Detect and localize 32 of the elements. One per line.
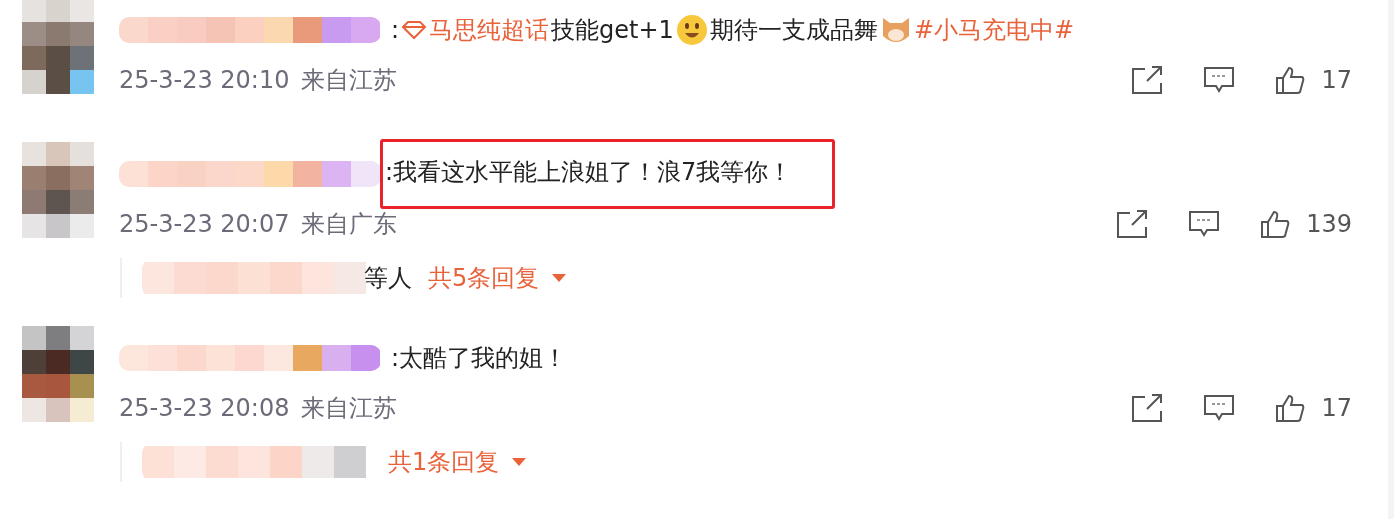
view-replies-link[interactable]: 共5条回复 bbox=[428, 262, 540, 294]
emoji-icon bbox=[675, 14, 708, 46]
like-icon[interactable] bbox=[1275, 393, 1306, 423]
comment-text: :我看这水平能上浪姐了！浪7我等你！ bbox=[385, 157, 793, 188]
caret-icon[interactable] bbox=[511, 457, 528, 467]
topic-link[interactable]: 马思纯超话 bbox=[429, 14, 550, 46]
like-icon[interactable] bbox=[1260, 209, 1291, 239]
share-icon[interactable] bbox=[1116, 209, 1149, 239]
like-count: 139 bbox=[1306, 210, 1352, 238]
share-icon[interactable] bbox=[1131, 65, 1164, 95]
comment-time: 25-3-23 20:08 bbox=[119, 394, 290, 422]
comment-icon[interactable] bbox=[1188, 210, 1221, 238]
comment-time: 25-3-23 20:07 bbox=[119, 210, 290, 238]
like-count: 17 bbox=[1321, 394, 1352, 422]
gem-icon bbox=[401, 20, 428, 40]
comment-icon[interactable] bbox=[1203, 394, 1236, 422]
reply-users-text: 等人 bbox=[364, 263, 412, 294]
comment-icon[interactable] bbox=[1203, 66, 1236, 94]
comment-text: 期待一支成品舞 bbox=[709, 15, 878, 46]
comment-location: 来自江苏 bbox=[301, 393, 398, 424]
like-icon[interactable] bbox=[1275, 65, 1306, 95]
view-replies-link[interactable]: 共1条回复 bbox=[388, 446, 500, 478]
like-count: 17 bbox=[1321, 66, 1352, 94]
share-icon[interactable] bbox=[1131, 393, 1164, 423]
comment-location: 来自广东 bbox=[301, 209, 398, 240]
comment-text: :太酷了我的姐！ bbox=[391, 343, 568, 374]
comment-time: 25-3-23 20:10 bbox=[119, 66, 290, 94]
caret-icon[interactable] bbox=[551, 273, 568, 283]
comment-location: 来自江苏 bbox=[301, 65, 398, 96]
comment-text: : bbox=[391, 16, 400, 44]
comment-text: 技能get+1 bbox=[551, 15, 674, 46]
topic-link[interactable]: #小马充电中# bbox=[913, 14, 1075, 46]
